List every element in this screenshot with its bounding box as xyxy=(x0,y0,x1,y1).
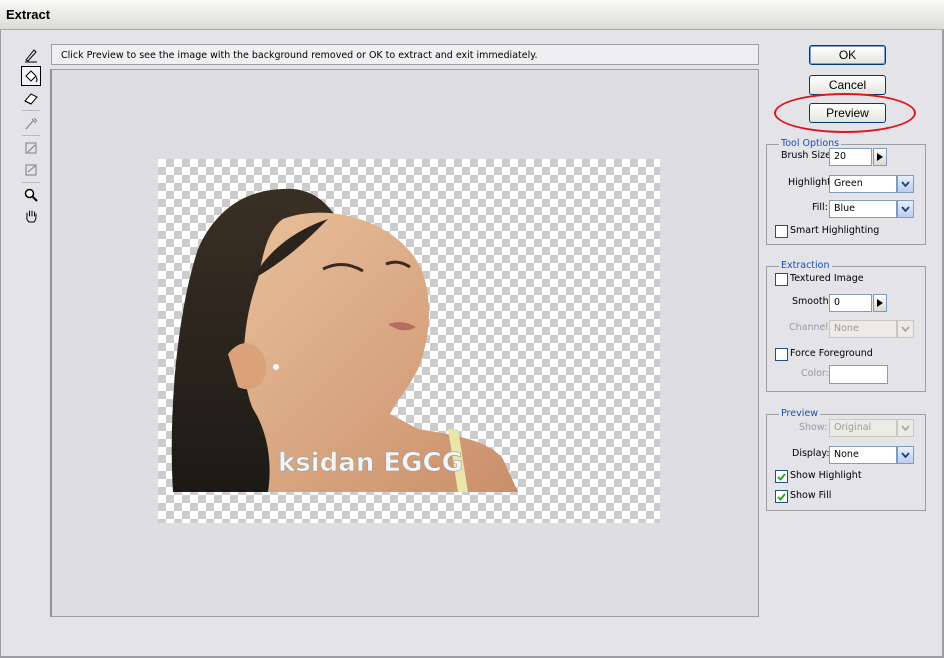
title-bar[interactable]: Extract xyxy=(0,0,944,30)
textured-image-label: Textured Image xyxy=(790,273,864,284)
brush-size-label: Brush Size: xyxy=(781,150,835,161)
hand-icon xyxy=(26,210,37,223)
chevron-down-icon xyxy=(901,326,910,332)
cleanup-tool[interactable] xyxy=(21,138,41,158)
display-select[interactable]: None xyxy=(829,446,897,464)
fill-label: Fill: xyxy=(812,202,828,213)
hand-tool[interactable] xyxy=(21,206,41,226)
smart-highlighting-label: Smart Highlighting xyxy=(790,225,880,236)
eraser-icon xyxy=(24,93,38,105)
channel-select[interactable]: None xyxy=(829,320,897,338)
magnifier-icon xyxy=(24,188,38,202)
chevron-down-icon xyxy=(901,181,910,187)
toolbox-separator xyxy=(22,135,40,136)
extracted-portrait-image: ksidan EGCG xyxy=(171,188,518,493)
preview-group-title: Preview xyxy=(779,408,820,419)
smooth-input[interactable]: 0 xyxy=(829,294,872,312)
force-foreground-label: Force Foreground xyxy=(790,348,873,359)
show-dropdown-button[interactable] xyxy=(897,419,914,437)
chevron-down-icon xyxy=(901,452,910,458)
fill-dropdown-button[interactable] xyxy=(897,200,914,218)
textured-image-checkbox[interactable] xyxy=(775,273,788,286)
fill-select[interactable]: Blue xyxy=(829,200,897,218)
window-title: Extract xyxy=(6,7,51,22)
eyedropper-icon xyxy=(25,117,38,130)
highlight-label: Highlight: xyxy=(788,177,835,188)
chevron-down-icon xyxy=(901,206,910,212)
checkmark-icon xyxy=(777,492,786,501)
brush-size-input[interactable]: 20 xyxy=(829,148,872,166)
extraction-title: Extraction xyxy=(779,260,832,271)
chevron-right-icon xyxy=(877,299,883,307)
smart-highlighting-checkbox[interactable] xyxy=(775,225,788,238)
cancel-button[interactable]: Cancel xyxy=(809,75,886,95)
chevron-right-icon xyxy=(877,153,883,161)
instruction-text: Click Preview to see the image with the … xyxy=(61,50,538,61)
highlight-dropdown-button[interactable] xyxy=(897,175,914,193)
edge-highlighter-tool[interactable] xyxy=(21,45,41,65)
ok-button[interactable]: OK xyxy=(809,45,886,65)
brush-size-slider-button[interactable] xyxy=(873,148,887,166)
eraser-tool[interactable] xyxy=(21,88,41,108)
chevron-down-icon xyxy=(901,425,910,431)
toolbox-separator xyxy=(22,110,40,111)
eyedropper-tool[interactable] xyxy=(21,113,41,133)
display-dropdown-button[interactable] xyxy=(897,446,914,464)
zoom-tool[interactable] xyxy=(21,185,41,205)
show-select[interactable]: Original xyxy=(829,419,897,437)
channel-dropdown-button[interactable] xyxy=(897,320,914,338)
color-label: Color: xyxy=(801,368,829,379)
edge-touchup-icon xyxy=(25,164,37,176)
paint-bucket-icon xyxy=(25,70,38,83)
toolbox-separator xyxy=(22,182,40,183)
show-highlight-checkbox[interactable] xyxy=(775,470,788,483)
highlight-select[interactable]: Green xyxy=(829,175,897,193)
show-label: Show: xyxy=(799,422,828,433)
checkmark-icon xyxy=(777,472,786,481)
edge-touchup-tool[interactable] xyxy=(21,160,41,180)
show-fill-label: Show Fill xyxy=(790,490,832,501)
channel-label: Channel: xyxy=(789,322,832,333)
force-foreground-checkbox[interactable] xyxy=(775,348,788,361)
cleanup-icon xyxy=(25,142,37,154)
show-highlight-label: Show Highlight xyxy=(790,470,862,481)
display-label: Display: xyxy=(792,448,830,459)
smooth-slider-button[interactable] xyxy=(873,294,887,312)
canvas-watermark-text: ksidan EGCG xyxy=(278,448,463,478)
highlighter-icon xyxy=(25,49,37,63)
fill-tool[interactable] xyxy=(21,66,41,86)
smooth-label: Smooth: xyxy=(792,296,832,307)
preview-annotation-circle xyxy=(774,93,916,133)
show-fill-checkbox[interactable] xyxy=(775,490,788,503)
instruction-bar: Click Preview to see the image with the … xyxy=(51,44,759,65)
foreground-color-swatch[interactable] xyxy=(829,365,888,384)
